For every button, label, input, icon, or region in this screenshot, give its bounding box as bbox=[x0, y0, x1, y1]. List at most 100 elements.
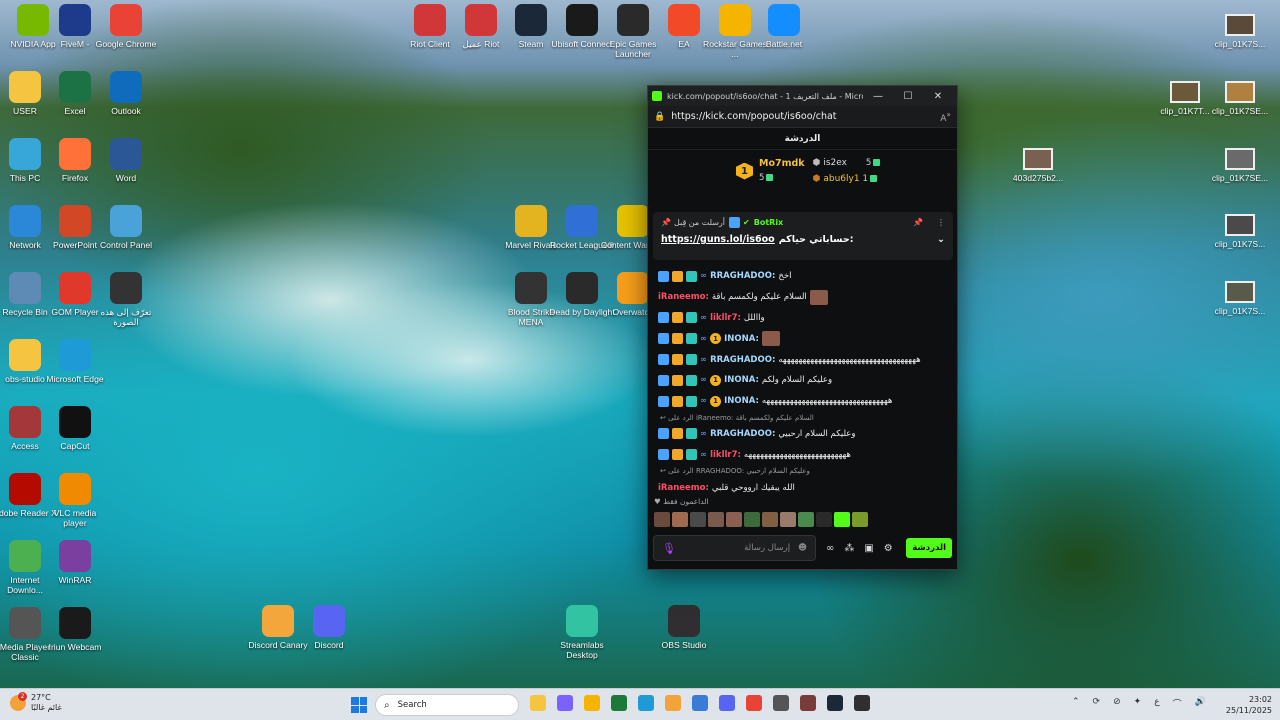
chat-username[interactable]: INONA: bbox=[724, 375, 759, 385]
chat-message[interactable]: ∞ RRAGHADOO: اخخ bbox=[658, 266, 947, 287]
desktop-icon[interactable]: WinRAR bbox=[42, 540, 108, 585]
chat-message[interactable]: ∞ 1 INONA: bbox=[658, 328, 947, 349]
desktop-icon[interactable]: Control Panel bbox=[93, 205, 159, 250]
window-titlebar[interactable]: kick.com/popout/is6oo/chat - ملف التعريف… bbox=[648, 86, 957, 106]
chat-username[interactable]: INONA: bbox=[724, 396, 759, 406]
desktop-icon[interactable]: Iriun Webcam bbox=[42, 607, 108, 652]
chat-username[interactable]: INONA: bbox=[724, 334, 759, 344]
desktop-icon[interactable]: clip_01K7S... bbox=[1207, 214, 1273, 249]
emote-icon[interactable] bbox=[798, 512, 814, 527]
emote-icon[interactable] bbox=[744, 512, 760, 527]
emote-icon[interactable] bbox=[672, 512, 688, 527]
tray-app-icon[interactable]: ✦ bbox=[1134, 697, 1142, 710]
folder-icon[interactable] bbox=[584, 695, 600, 711]
discord-icon[interactable] bbox=[719, 695, 735, 711]
desktop-icon[interactable]: تعرّف إلى هذه الصورة bbox=[93, 272, 159, 327]
chat-input[interactable]: 🎙 إرسال رسالة ☻ bbox=[653, 535, 816, 561]
chat-message[interactable]: ∞ likllr7: وااللل bbox=[658, 308, 947, 329]
desktop-icon[interactable]: Discord bbox=[296, 605, 362, 650]
send-chat-button[interactable]: الدردشة bbox=[906, 538, 952, 558]
chat-username[interactable]: iRaneemo: bbox=[658, 292, 709, 302]
file-explorer-icon[interactable] bbox=[530, 695, 546, 711]
desktop-icon[interactable]: Word bbox=[93, 138, 159, 183]
start-button[interactable] bbox=[351, 697, 367, 713]
desktop-icon[interactable]: CapCut bbox=[42, 406, 108, 451]
unpin-icon[interactable]: 📌 bbox=[913, 218, 923, 227]
emote-icon[interactable] bbox=[762, 512, 778, 527]
desktop-icon[interactable]: 403d275b2... bbox=[1005, 148, 1071, 183]
more-options-icon[interactable]: ⋮ bbox=[937, 218, 945, 227]
wifi-icon[interactable]: ⌒ bbox=[1173, 697, 1182, 710]
emote-icon[interactable] bbox=[708, 512, 724, 527]
app-icon[interactable] bbox=[665, 695, 681, 711]
volume-icon[interactable]: 🔊 bbox=[1195, 697, 1206, 710]
chat-popout-window[interactable]: kick.com/popout/is6oo/chat - ملف التعريف… bbox=[647, 85, 958, 570]
desktop-icon[interactable]: Outlook bbox=[93, 71, 159, 116]
settings-icon[interactable]: ⚙ bbox=[884, 543, 893, 554]
infinity-icon[interactable]: ∞ bbox=[826, 543, 834, 554]
tray-app-icon[interactable]: ⊘ bbox=[1113, 697, 1121, 710]
emote-icon[interactable] bbox=[690, 512, 706, 527]
desktop-icon[interactable]: clip_01K7S... bbox=[1207, 281, 1273, 316]
emote-icon[interactable] bbox=[780, 512, 796, 527]
emote-icon[interactable] bbox=[726, 512, 742, 527]
chrome-icon[interactable] bbox=[746, 695, 762, 711]
emoji-icon[interactable]: ☻ bbox=[798, 543, 807, 553]
chat-message[interactable]: ∞ 1 INONA: وعليكم السلام ولكم bbox=[658, 370, 947, 391]
chat-username[interactable]: likllr7: bbox=[710, 313, 741, 323]
chevron-down-icon[interactable]: ⌄ bbox=[937, 234, 945, 245]
maximize-button[interactable]: ☐ bbox=[893, 91, 923, 102]
tray-app-icon[interactable]: ⟳ bbox=[1093, 697, 1101, 710]
desktop-icon[interactable]: Battle.net bbox=[751, 4, 817, 49]
app-icon[interactable] bbox=[800, 695, 816, 711]
url-text[interactable]: https://kick.com/popout/is6oo/chat bbox=[671, 111, 940, 122]
app-icon[interactable] bbox=[692, 695, 708, 711]
chat-message[interactable]: ∞ likllr7: ههههههههههههههههههههههههههه bbox=[658, 444, 947, 465]
desktop-icon[interactable]: Streamlabs Desktop bbox=[549, 605, 615, 660]
chat-username[interactable]: RRAGHADOO: bbox=[710, 271, 775, 281]
steam-icon[interactable] bbox=[827, 695, 843, 711]
desktop-icon[interactable]: Google Chrome bbox=[93, 4, 159, 49]
emote-icon[interactable] bbox=[834, 512, 850, 527]
desktop-icon[interactable]: OBS Studio bbox=[651, 605, 717, 650]
emote-icon[interactable] bbox=[654, 512, 670, 527]
language-indicator[interactable]: ع bbox=[1154, 697, 1159, 710]
app-icon[interactable] bbox=[773, 695, 789, 711]
chat-message[interactable]: ∞ RRAGHADOO: وعليكم السلام ارحبيي bbox=[658, 424, 947, 445]
store-icon[interactable]: ▣ bbox=[864, 543, 873, 554]
emote-icon[interactable] bbox=[852, 512, 868, 527]
desktop-icon[interactable]: VLC media player bbox=[42, 473, 108, 528]
minimize-button[interactable]: — bbox=[863, 91, 893, 102]
chat-username[interactable]: likllr7: bbox=[710, 450, 741, 460]
gift-options-icon[interactable]: ⁂ bbox=[844, 543, 854, 554]
close-button[interactable]: ✕ bbox=[923, 91, 953, 102]
copilot-icon[interactable] bbox=[557, 695, 573, 711]
chat-message[interactable]: iRaneemo: السلام عليكم ولكمسم باقة bbox=[658, 287, 947, 308]
pinned-message[interactable]: 📌 أرسلت من قِبل ✔ BotRix 📌 ⋮ https://gun… bbox=[653, 212, 953, 260]
chat-message[interactable]: ∞ RRAGHADOO: ههههههههههههههههههههههههههههه… bbox=[658, 349, 947, 370]
address-bar[interactable]: 🔒 https://kick.com/popout/is6oo/chat A» bbox=[648, 106, 957, 128]
rocket-league-icon bbox=[566, 205, 598, 237]
desktop-icon[interactable]: Microsoft Edge bbox=[42, 339, 108, 384]
weather-widget[interactable]: 2 27°C غائم غالبًا bbox=[10, 692, 62, 713]
pinned-link[interactable]: https://guns.lol/is6oo bbox=[661, 234, 775, 245]
chevron-up-icon[interactable]: ⌃ bbox=[1072, 697, 1080, 710]
obs-icon[interactable] bbox=[854, 695, 870, 711]
microphone-icon[interactable]: 🎙 bbox=[662, 542, 676, 555]
chat-message[interactable]: ∞ 1 INONA: هههههههههههههههههههههههههههههههه… bbox=[658, 391, 947, 412]
desktop-icon[interactable]: clip_01K7SE... bbox=[1207, 148, 1273, 183]
read-aloud-icon[interactable]: A» bbox=[940, 110, 951, 124]
infinity-badge-icon: ∞ bbox=[700, 375, 708, 386]
chat-username[interactable]: iRaneemo: bbox=[658, 483, 709, 493]
chat-username[interactable]: RRAGHADOO: bbox=[710, 355, 775, 365]
clock[interactable]: 23:02 25/11/2025 bbox=[1226, 694, 1272, 716]
chat-message[interactable]: iRaneemo: الله يبقيك ارووحي قلبي bbox=[658, 477, 947, 498]
emote-icon[interactable] bbox=[816, 512, 832, 527]
emote-quick-bar[interactable] bbox=[654, 512, 868, 527]
taskbar-search[interactable]: ⌕ Search bbox=[375, 694, 519, 716]
desktop-icon[interactable]: clip_01K7S... bbox=[1207, 14, 1273, 49]
edge-icon[interactable] bbox=[638, 695, 654, 711]
desktop-icon[interactable]: clip_01K7SE... bbox=[1207, 81, 1273, 116]
chat-username[interactable]: RRAGHADOO: bbox=[710, 429, 775, 439]
app-icon[interactable] bbox=[611, 695, 627, 711]
